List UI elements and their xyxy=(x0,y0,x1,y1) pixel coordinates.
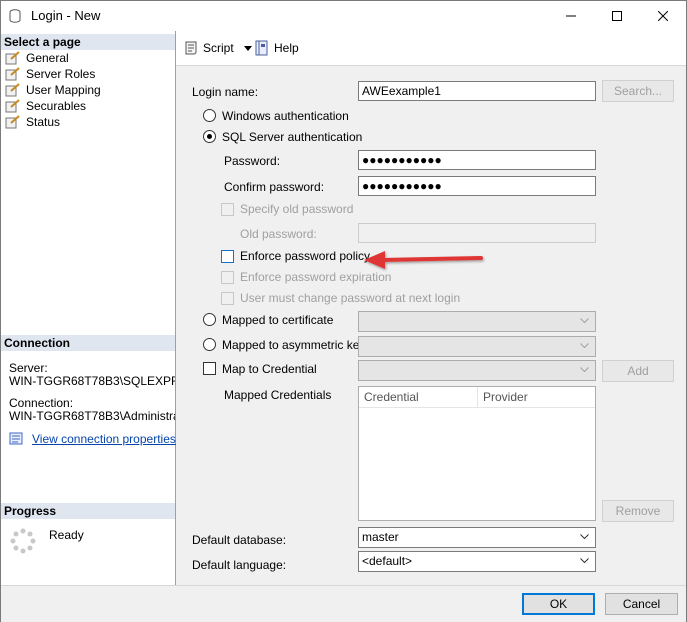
help-icon xyxy=(255,40,268,56)
progress-spinner-icon xyxy=(10,528,36,554)
mapped-credentials-label: Mapped Credentials xyxy=(224,388,332,402)
window-title: Login - New xyxy=(31,8,101,23)
left-panel: Select a page General Server Roles User … xyxy=(1,31,176,585)
default-language-select[interactable]: <default> xyxy=(358,551,596,572)
must-change-password-checkbox[interactable] xyxy=(221,292,234,305)
annotation-arrow xyxy=(364,251,483,269)
page-label: Server Roles xyxy=(26,67,96,81)
grid-header: Credential Provider xyxy=(359,387,595,408)
add-credential-button[interactable]: Add xyxy=(602,360,674,382)
password-label: Password: xyxy=(224,154,281,168)
connection-value: WIN-TGGR68T78B3\Administrator xyxy=(9,409,175,423)
page-general[interactable]: General xyxy=(5,50,69,66)
page-securables[interactable]: Securables xyxy=(5,98,86,114)
minimize-icon xyxy=(566,15,576,17)
maximize-button[interactable] xyxy=(594,1,640,31)
general-page-content: Login name: AWEexample1 Search... Window… xyxy=(176,66,686,585)
enforce-password-expiration-checkbox[interactable] xyxy=(221,271,234,284)
confirm-password-label: Confirm password: xyxy=(224,180,325,194)
specify-old-password-checkbox[interactable] xyxy=(221,203,234,216)
default-database-value: master xyxy=(362,530,399,544)
login-name-label: Login name: xyxy=(192,85,259,99)
old-password-input[interactable] xyxy=(358,223,596,243)
chevron-down-icon xyxy=(580,534,589,540)
close-icon xyxy=(658,11,668,21)
windows-auth-radio[interactable] xyxy=(203,109,216,122)
default-language-value: <default> xyxy=(362,554,413,568)
dialog-footer: OK Cancel xyxy=(1,585,686,622)
page-server-roles[interactable]: Server Roles xyxy=(5,66,95,82)
mapped-certificate-label: Mapped to certificate xyxy=(222,313,334,327)
sql-auth-radio[interactable] xyxy=(203,130,216,143)
progress-status: Ready xyxy=(49,528,84,542)
map-credential-label: Map to Credential xyxy=(222,362,317,376)
login-dialog: Login - New Select a page General Server… xyxy=(0,0,687,622)
ok-button[interactable]: OK xyxy=(522,593,595,615)
cancel-button[interactable]: Cancel xyxy=(605,593,678,615)
chevron-down-icon xyxy=(580,367,589,373)
sql-auth-label: SQL Server authentication xyxy=(222,130,363,144)
script-button[interactable]: Script xyxy=(183,40,252,56)
map-credential-checkbox[interactable] xyxy=(203,362,216,375)
page-label: Status xyxy=(26,115,61,129)
close-button[interactable] xyxy=(640,1,686,31)
mapped-asym-key-label: Mapped to asymmetric key xyxy=(222,338,366,352)
mapped-certificate-radio[interactable] xyxy=(203,313,216,326)
page-wrench-icon xyxy=(5,83,20,97)
confirm-password-input[interactable]: ●●●●●●●●●●● xyxy=(358,176,596,196)
view-connection-properties-link[interactable]: View connection properties xyxy=(9,432,176,446)
progress-header: Progress xyxy=(1,503,175,519)
old-password-label: Old password: xyxy=(240,227,317,241)
mapped-credentials-grid[interactable]: Credential Provider xyxy=(358,386,596,521)
server-value: WIN-TGGR68T78B3\SQLEXPRES xyxy=(9,374,175,388)
mapped-asym-key-radio[interactable] xyxy=(203,338,216,351)
select-page-header: Select a page xyxy=(1,34,175,50)
chevron-down-icon xyxy=(580,558,589,564)
enforce-password-policy-label: Enforce password policy xyxy=(240,249,371,263)
credential-select[interactable] xyxy=(358,360,596,381)
certificate-select[interactable] xyxy=(358,311,596,332)
page-label: User Mapping xyxy=(26,83,101,97)
specify-old-password-label: Specify old password xyxy=(240,202,354,216)
search-button[interactable]: Search... xyxy=(602,80,674,102)
server-label: Server: xyxy=(9,361,48,375)
grid-column-credential[interactable]: Credential xyxy=(359,387,478,407)
windows-auth-label: Windows authentication xyxy=(222,109,349,123)
toolbar: Script Help xyxy=(176,31,686,66)
password-input[interactable]: ●●●●●●●●●●● xyxy=(358,150,596,170)
script-icon xyxy=(185,41,197,55)
page-wrench-icon xyxy=(5,51,20,65)
link-text: View connection properties xyxy=(32,432,176,446)
page-wrench-icon xyxy=(5,67,20,81)
default-database-select[interactable]: master xyxy=(358,527,596,548)
enforce-password-policy-checkbox[interactable] xyxy=(221,250,234,263)
page-label: General xyxy=(26,51,69,65)
maximize-icon xyxy=(612,11,622,21)
database-icon xyxy=(9,9,21,23)
page-label: Securables xyxy=(26,99,87,113)
chevron-down-icon xyxy=(243,45,252,51)
page-wrench-icon xyxy=(5,99,20,113)
asym-key-select[interactable] xyxy=(358,336,596,357)
script-label: Script xyxy=(203,41,234,55)
minimize-button[interactable] xyxy=(548,1,594,31)
help-button[interactable]: Help xyxy=(254,40,299,56)
must-change-password-label: User must change password at next login xyxy=(240,291,461,305)
chevron-down-icon xyxy=(580,318,589,324)
properties-icon xyxy=(9,432,23,445)
connection-header: Connection xyxy=(1,335,175,351)
remove-credential-button[interactable]: Remove xyxy=(602,500,674,522)
login-name-input[interactable]: AWEexample1 xyxy=(358,81,596,101)
chevron-down-icon xyxy=(580,343,589,349)
page-wrench-icon xyxy=(5,115,20,129)
default-database-label: Default database: xyxy=(192,533,287,547)
connection-label: Connection: xyxy=(9,396,74,410)
grid-column-provider[interactable]: Provider xyxy=(478,387,595,407)
help-label: Help xyxy=(274,41,299,55)
page-user-mapping[interactable]: User Mapping xyxy=(5,82,101,98)
title-bar: Login - New xyxy=(1,1,686,31)
page-status[interactable]: Status xyxy=(5,114,60,130)
default-language-label: Default language: xyxy=(192,558,287,572)
